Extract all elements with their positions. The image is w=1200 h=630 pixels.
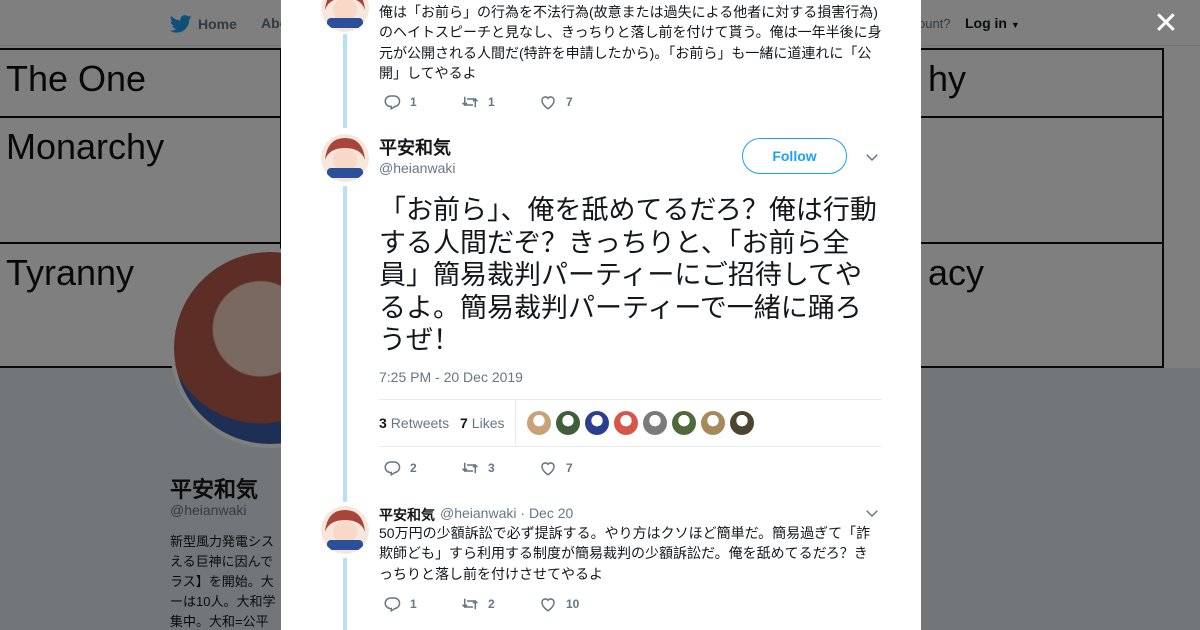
- reply-author-name[interactable]: 平安和気: [379, 505, 435, 525]
- reply-count: 1: [410, 597, 417, 611]
- reply-button[interactable]: 2: [383, 459, 461, 477]
- divider: [515, 400, 516, 446]
- liker-avatar[interactable]: [614, 411, 638, 435]
- tweet-timestamp[interactable]: 7:25 PM - 20 Dec 2019: [379, 369, 523, 385]
- likes-stat-count: 7: [460, 415, 468, 431]
- reply-button[interactable]: 1: [383, 595, 461, 613]
- chevron-down-icon[interactable]: [863, 504, 881, 522]
- reply-tweet-actions: 1 2 10: [383, 594, 617, 614]
- retweets-stat[interactable]: 3 Retweets: [379, 415, 449, 431]
- likers-avatars: [527, 411, 754, 435]
- chevron-down-icon[interactable]: [863, 148, 881, 166]
- retweet-icon: [461, 598, 479, 610]
- main-tweet-actions: 2 3 7: [383, 458, 617, 478]
- liker-avatar[interactable]: [556, 411, 580, 435]
- liker-avatar[interactable]: [701, 411, 725, 435]
- like-count: 7: [566, 95, 573, 109]
- liker-avatar[interactable]: [730, 411, 754, 435]
- close-icon[interactable]: ✕: [1150, 8, 1182, 40]
- heart-icon: [541, 96, 555, 110]
- retweet-button[interactable]: 3: [461, 459, 539, 477]
- thread-line: [343, 558, 347, 630]
- reply-icon: [384, 95, 401, 111]
- retweet-icon: [461, 96, 479, 108]
- retweet-button[interactable]: 2: [461, 595, 539, 613]
- author-name[interactable]: 平安和気: [379, 134, 451, 160]
- reply-icon: [384, 461, 401, 477]
- heart-icon: [541, 598, 555, 612]
- liker-avatar[interactable]: [527, 411, 551, 435]
- author-handle[interactable]: @heianwaki: [379, 160, 455, 176]
- avatar[interactable]: [321, 134, 369, 182]
- reply-icon: [384, 597, 401, 613]
- likes-stat[interactable]: 7 Likes: [460, 415, 504, 431]
- likes-stat-label: Likes: [471, 415, 505, 431]
- retweet-count: 1: [488, 95, 495, 109]
- reply-count: 2: [410, 461, 417, 475]
- like-button[interactable]: 7: [539, 459, 617, 477]
- retweet-button[interactable]: 1: [461, 93, 539, 111]
- meta-separator: ·: [520, 505, 526, 521]
- like-button[interactable]: 7: [539, 93, 617, 111]
- retweets-stat-label: Retweets: [390, 415, 450, 431]
- retweet-icon: [461, 462, 479, 474]
- retweet-count: 3: [488, 461, 495, 475]
- liker-avatar[interactable]: [585, 411, 609, 435]
- reply-date[interactable]: Dec 20: [529, 505, 573, 521]
- tweet-stats: 3 Retweets 7 Likes: [379, 399, 882, 447]
- thread-line: [343, 186, 347, 502]
- like-button[interactable]: 10: [539, 595, 617, 613]
- liker-avatar[interactable]: [672, 411, 696, 435]
- follow-button[interactable]: Follow: [742, 138, 847, 174]
- liker-avatar[interactable]: [643, 411, 667, 435]
- main-tweet-text: 「お前ら」、俺を舐めてるだろ？俺は行動する人間だぞ？きっちりと、「お前ら全員」簡…: [379, 195, 877, 355]
- heart-icon: [541, 462, 555, 476]
- prev-tweet-actions: 1 1 7: [383, 92, 617, 112]
- retweets-stat-count: 3: [379, 415, 387, 431]
- reply-meta: @heianwaki · Dec 20: [440, 505, 573, 521]
- thread-line: [343, 34, 347, 128]
- retweet-count: 2: [488, 597, 495, 611]
- like-count: 7: [566, 461, 573, 475]
- like-count: 10: [566, 597, 580, 611]
- reply-button[interactable]: 1: [383, 93, 461, 111]
- reply-tweet-text: 50万円の少額訴訟で必ず提訴する。やり方はクソほど簡単だ。簡易過ぎて「詐欺師ども…: [379, 525, 871, 582]
- tweet-modal: 俺は「お前ら」の行為を不法行為(故意または過失による他者に対する損害行為)のヘイ…: [281, 0, 921, 630]
- avatar[interactable]: [321, 506, 369, 554]
- reply-author-handle[interactable]: @heianwaki: [440, 505, 516, 521]
- prev-tweet-text: 俺は「お前ら」の行為を不法行為(故意または過失による他者に対する損害行為)のヘイ…: [379, 4, 882, 81]
- reply-count: 1: [410, 95, 417, 109]
- avatar[interactable]: [321, 0, 369, 32]
